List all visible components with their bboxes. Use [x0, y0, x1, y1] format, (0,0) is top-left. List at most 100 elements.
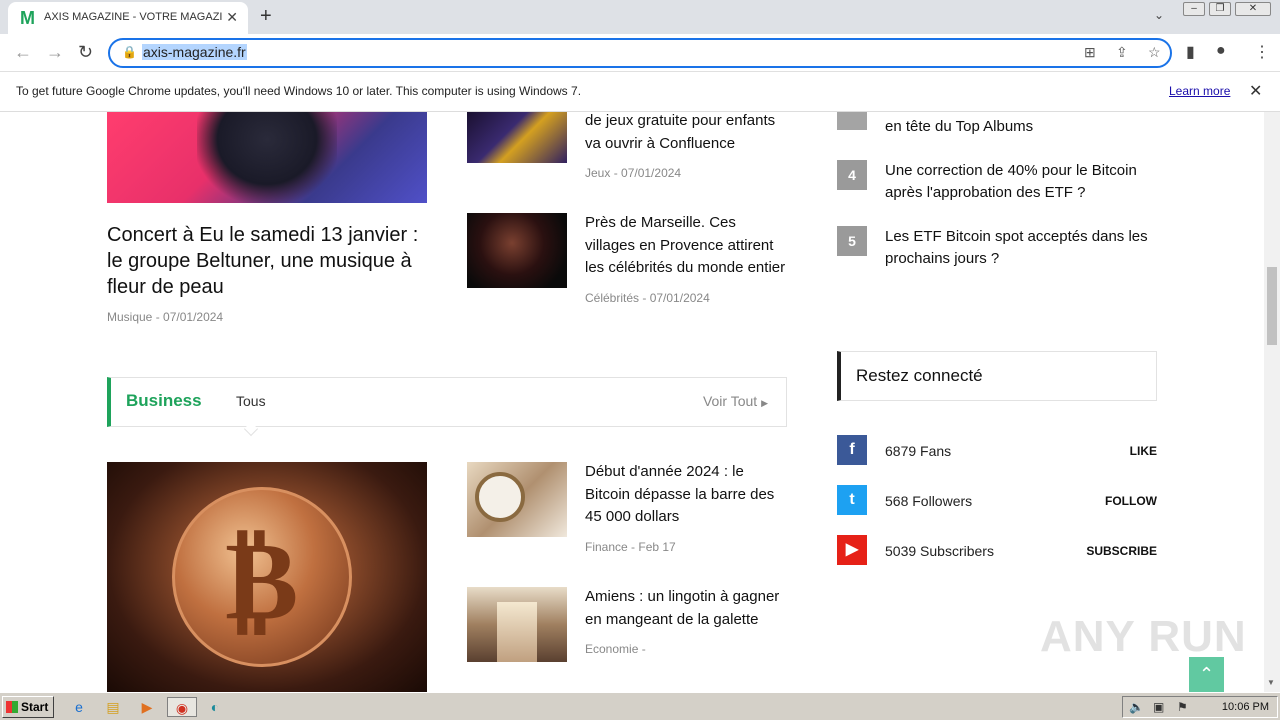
page-scrollbar[interactable]: ▼ — [1264, 112, 1280, 692]
tab-pointer — [243, 421, 259, 437]
tab-close-icon[interactable]: ✕ — [226, 9, 238, 26]
star-icon[interactable]: ☆ — [1148, 44, 1161, 61]
browser-tab[interactable]: M AXIS MAGAZINE - VOTRE MAGAZINE ✕ — [8, 2, 248, 34]
forward-arrow-icon[interactable]: → — [46, 42, 64, 63]
file-explorer-icon[interactable]: ▤ — [102, 697, 124, 717]
media-player-icon[interactable]: ▶ — [136, 697, 158, 717]
page-content: Concert à Eu le samedi 13 janvier : le g… — [0, 112, 1280, 692]
learn-more-link[interactable]: Learn more — [1169, 84, 1230, 98]
gallery-arcade-image — [497, 602, 537, 662]
youtube-icon[interactable]: ▶ — [837, 535, 867, 565]
tab-strip: M AXIS MAGAZINE - VOTRE MAGAZINE ✕ + ⌄ –… — [0, 0, 1280, 34]
chrome-icon[interactable]: ◉ — [167, 697, 197, 717]
rank-item-title[interactable]: Les ETF Bitcoin spot acceptés dans les p… — [885, 226, 1175, 270]
flag-icon[interactable]: ⚑ — [1177, 700, 1188, 714]
site-favicon-icon: M — [20, 8, 35, 28]
scroll-down-arrow-icon[interactable]: ▼ — [1267, 678, 1275, 687]
address-bar[interactable]: 🔒 axis-magazine.fr ⊞ ⇪ ☆ — [108, 38, 1172, 68]
back-arrow-icon[interactable]: ← — [14, 42, 32, 63]
windows-taskbar: Start e ▤ ▶ ◉ ◐ 🔈 ▣ ⚑ 10:06 PM — [0, 692, 1280, 720]
rank-item-title[interactable]: Une correction de 40% pour le Bitcoin ap… — [885, 160, 1175, 204]
tab-all[interactable]: Tous — [236, 393, 266, 409]
post-date: 07/01/2024 — [649, 291, 710, 305]
post-thumbnail[interactable] — [467, 587, 567, 662]
facebook-icon[interactable]: f — [837, 435, 867, 465]
post-category[interactable]: Jeux — [585, 166, 610, 180]
business-section-header: Business Tous Voir Tout ▶ — [107, 377, 787, 437]
translate-icon[interactable]: ⊞ — [1084, 44, 1096, 61]
post-title[interactable]: Amiens : un lingotin à gagner en mangean… — [585, 586, 790, 631]
browser-toolbar: ← → ↻ 🔒 axis-magazine.fr ⊞ ⇪ ☆ ▮ ● ⋮ — [0, 34, 1280, 72]
post-thumbnail[interactable] — [467, 112, 567, 163]
edge-icon[interactable]: ◐ — [204, 697, 226, 717]
minimize-button[interactable]: – — [1183, 2, 1205, 16]
rank-number-badge — [837, 112, 867, 130]
meta-separator: - — [155, 310, 164, 324]
post-date: 07/01/2024 — [621, 166, 682, 180]
tab-title: AXIS MAGAZINE - VOTRE MAGAZINE — [44, 11, 222, 23]
twitter-follow-button[interactable]: FOLLOW — [1057, 494, 1157, 508]
concert-hero-image[interactable] — [107, 112, 427, 203]
big-post-meta: Musique - 07/01/2024 — [107, 310, 223, 324]
post-meta: Célébrités - 07/01/2024 — [585, 291, 710, 305]
start-button[interactable]: Start — [2, 696, 54, 718]
widget-title: Restez connecté — [856, 366, 983, 385]
youtube-subscribe-button[interactable]: SUBSCRIBE — [1057, 544, 1157, 558]
post-date: 07/01/2024 — [163, 310, 224, 324]
internet-explorer-icon[interactable]: e — [68, 697, 90, 717]
post-thumbnail[interactable] — [467, 213, 567, 288]
rank-item-title[interactable]: en tête du Top Albums — [885, 116, 1175, 138]
infobar-message: To get future Google Chrome updates, you… — [16, 84, 582, 98]
facebook-like-button[interactable]: LIKE — [1057, 444, 1157, 458]
social-widget-header: Restez connecté — [837, 351, 1157, 401]
kebab-menu-icon[interactable]: ⋮ — [1254, 42, 1270, 62]
youtube-count: 5039 Subscribers — [885, 543, 994, 559]
rank-number-badge: 4 — [837, 160, 867, 190]
post-category[interactable]: Musique — [107, 310, 152, 324]
post-category[interactable]: Finance — [585, 540, 628, 554]
side-panel-icon[interactable]: ▮ — [1186, 42, 1195, 62]
post-title[interactable]: Près de Marseille. Ces villages en Prove… — [585, 212, 790, 280]
update-infobar: To get future Google Chrome updates, you… — [0, 72, 1280, 112]
post-meta: Economie - — [585, 642, 646, 656]
infobar-close-icon[interactable]: ✕ — [1249, 81, 1262, 101]
twitter-icon[interactable]: t — [837, 485, 867, 515]
windows-logo-icon — [6, 701, 18, 713]
clock[interactable]: 10:06 PM — [1222, 701, 1269, 713]
tab-search-chevron-icon[interactable]: ⌄ — [1154, 8, 1164, 22]
performer-silhouette-image — [197, 112, 337, 203]
post-title[interactable]: Début d'année 2024 : le Bitcoin dépasse … — [585, 461, 780, 529]
post-meta: Finance - Feb 17 — [585, 540, 676, 554]
twitter-count: 568 Followers — [885, 493, 973, 509]
back-to-top-button[interactable]: ⌃ — [1189, 657, 1224, 692]
post-category[interactable]: Economie — [585, 642, 638, 656]
profile-icon[interactable]: ● — [1216, 42, 1226, 60]
big-post-title[interactable]: Concert à Eu le samedi 13 janvier : le g… — [107, 222, 427, 300]
view-all-link[interactable]: Voir Tout ▶ — [703, 393, 768, 409]
share-icon[interactable]: ⇪ — [1116, 44, 1128, 61]
url-text[interactable]: axis-magazine.fr — [142, 44, 247, 60]
network-icon[interactable]: ▣ — [1153, 700, 1164, 714]
scrollbar-thumb[interactable] — [1267, 267, 1277, 345]
rank-number-badge: 5 — [837, 226, 867, 256]
reload-icon[interactable]: ↻ — [78, 42, 93, 63]
lock-icon[interactable]: 🔒 — [122, 45, 137, 59]
section-title[interactable]: Business — [126, 391, 202, 411]
post-thumbnail[interactable] — [467, 462, 567, 537]
caret-right-icon: ▶ — [761, 398, 768, 408]
volume-icon[interactable]: 🔈 — [1129, 700, 1144, 714]
close-window-button[interactable]: ✕ — [1235, 2, 1271, 16]
post-category[interactable]: Célébrités — [585, 291, 639, 305]
system-tray: 🔈 ▣ ⚑ 10:06 PM — [1122, 696, 1278, 718]
watch-image — [475, 472, 525, 522]
facebook-count: 6879 Fans — [885, 443, 952, 459]
post-title[interactable]: de jeux gratuite pour enfants va ouvrir … — [585, 112, 785, 155]
post-date: Feb 17 — [638, 540, 676, 554]
bitcoin-hero-image[interactable]: ₿ — [107, 462, 427, 692]
bitcoin-coin-image: ₿ — [172, 487, 352, 667]
restore-button[interactable]: ❐ — [1209, 2, 1231, 16]
post-meta: Jeux - 07/01/2024 — [585, 166, 682, 180]
new-tab-button[interactable]: + — [260, 5, 272, 28]
chevron-up-icon: ⌃ — [1198, 664, 1215, 684]
bitcoin-symbol-icon: ₿ — [225, 520, 299, 642]
